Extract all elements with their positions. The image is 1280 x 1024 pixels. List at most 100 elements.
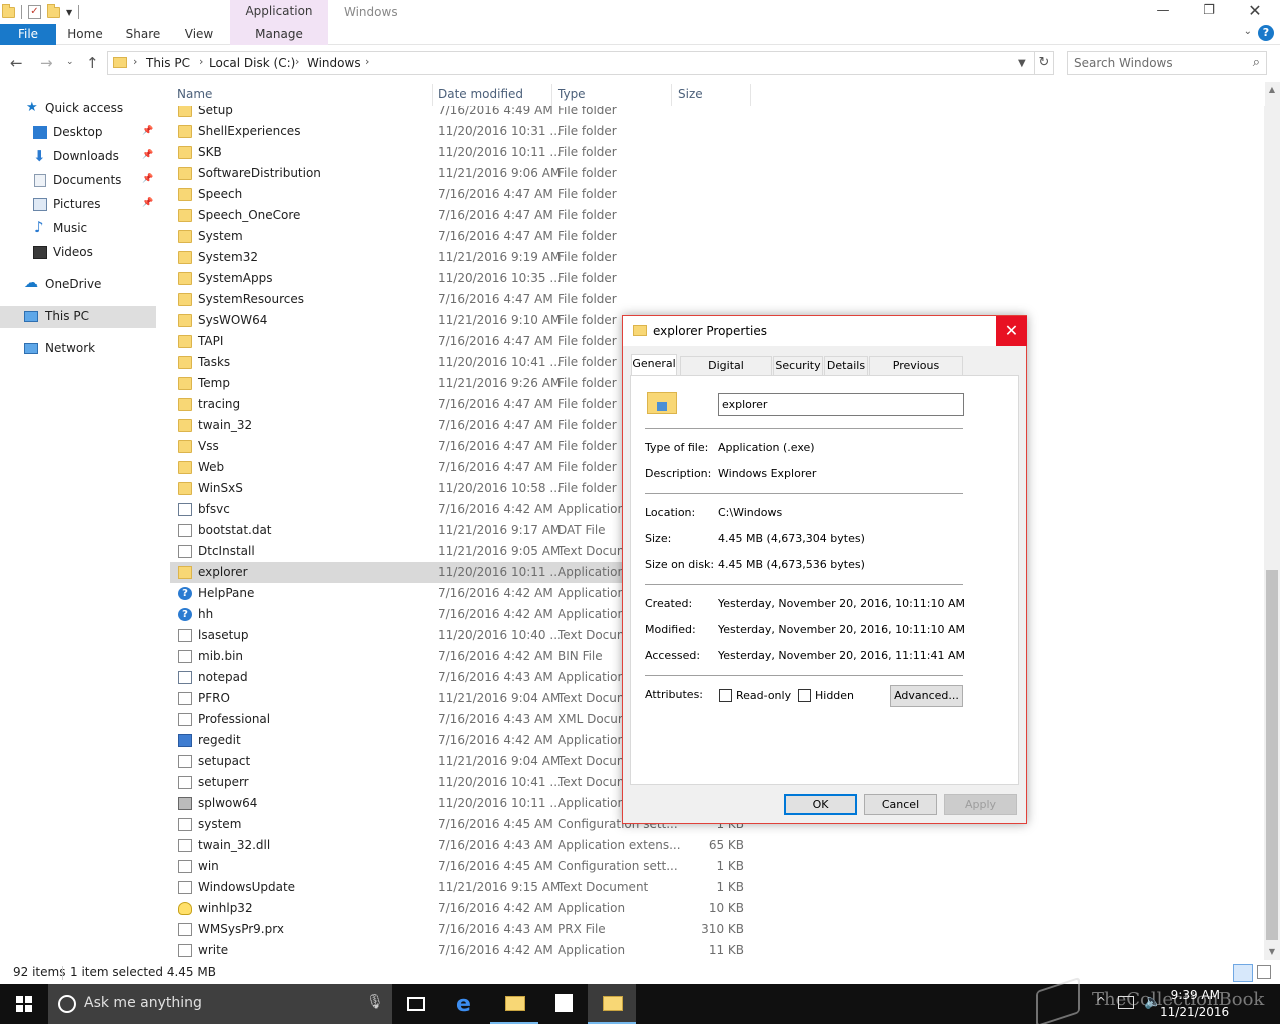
refresh-button[interactable]: ↻ <box>1034 51 1054 75</box>
nav-item-onedrive[interactable]: ☁ OneDrive <box>0 274 156 296</box>
scroll-up-arrow-icon[interactable]: ▲ <box>1264 82 1280 98</box>
pin-icon[interactable]: 📌 <box>142 198 153 208</box>
column-divider[interactable] <box>750 84 751 106</box>
nav-item-documents[interactable]: Documents 📌 <box>0 170 156 192</box>
nav-item-desktop[interactable]: Desktop 📌 <box>0 122 156 144</box>
cancel-button[interactable]: Cancel <box>864 794 937 815</box>
file-row[interactable]: Speech 7/16/2016 4:47 AM File folder <box>170 184 760 205</box>
column-divider[interactable] <box>432 84 433 106</box>
nav-item-network[interactable]: Network <box>0 338 156 360</box>
task-view-button[interactable] <box>392 984 440 1024</box>
pin-icon[interactable]: 📌 <box>142 150 153 160</box>
back-arrow-icon[interactable]: ← <box>10 54 23 72</box>
nav-item-music[interactable]: ♪ Music <box>0 218 156 240</box>
file-row[interactable]: Speech_OneCore 7/16/2016 4:47 AM File fold… <box>170 205 760 226</box>
chevron-right-icon[interactable]: › <box>199 55 203 68</box>
scroll-down-arrow-icon[interactable]: ▼ <box>1264 944 1280 960</box>
file-row[interactable]: winhlp32 7/16/2016 4:42 AM Application 10 K… <box>170 898 760 919</box>
expand-ribbon-icon[interactable]: ⌄ <box>1244 26 1252 37</box>
up-arrow-icon[interactable]: ↑ <box>86 54 99 72</box>
file-name: System32 <box>198 250 259 264</box>
start-button[interactable] <box>0 984 48 1024</box>
clock-time[interactable]: 9:39 AM <box>1170 988 1220 1002</box>
advanced-button[interactable]: Advanced... <box>890 685 963 707</box>
file-explorer-button[interactable] <box>490 984 538 1024</box>
nav-item-downloads[interactable]: ⬇ Downloads 📌 <box>0 146 156 168</box>
nav-item-this-pc[interactable]: This PC <box>0 306 156 328</box>
vertical-scrollbar[interactable]: ▲ ▼ <box>1264 82 1280 960</box>
new-folder-icon[interactable] <box>47 3 60 18</box>
column-header-name[interactable]: Name <box>177 87 212 101</box>
file-row[interactable]: System 7/16/2016 4:47 AM File folder <box>170 226 760 247</box>
column-divider[interactable] <box>671 84 672 106</box>
file-row[interactable]: write 7/16/2016 4:42 AM Application 11 KB <box>170 940 760 960</box>
tab-general[interactable]: General <box>631 354 677 376</box>
ok-button[interactable]: OK <box>784 794 857 815</box>
chevron-right-icon[interactable]: › <box>365 55 369 68</box>
tab-security[interactable]: Security <box>773 356 823 376</box>
file-row[interactable]: WMSysPr9.prx 7/16/2016 4:43 AM PRX File 310… <box>170 919 760 940</box>
show-hidden-icons-icon[interactable]: ^ <box>1096 995 1106 1009</box>
file-type: Application <box>558 733 626 747</box>
breadcrumb-local-disk[interactable]: Local Disk (C:) <box>209 56 295 70</box>
network-tray-icon[interactable] <box>1118 996 1134 1009</box>
tab-manage[interactable]: Manage <box>230 24 328 45</box>
tab-home[interactable]: Home <box>62 24 108 45</box>
cortana-search-box[interactable]: Ask me anything 🎙 <box>48 984 392 1024</box>
column-divider[interactable] <box>551 84 552 106</box>
details-view-button[interactable] <box>1233 964 1253 982</box>
address-dropdown-icon[interactable]: ▼ <box>1018 58 1026 69</box>
tab-view[interactable]: View <box>178 24 220 45</box>
column-header-date[interactable]: Date modified <box>438 87 523 101</box>
tab-details[interactable]: Details <box>824 356 868 376</box>
large-icons-view-button[interactable] <box>1257 965 1271 979</box>
column-header-size[interactable]: Size <box>678 87 703 101</box>
file-row[interactable]: twain_32.dll 7/16/2016 4:43 AM Application… <box>170 835 760 856</box>
clock-date[interactable]: 11/21/2016 <box>1160 1005 1229 1019</box>
apply-button[interactable]: Apply <box>944 794 1017 815</box>
filename-field[interactable] <box>718 393 964 416</box>
edge-button[interactable]: e <box>442 984 490 1024</box>
tab-digital-signatures[interactable]: Digital Signatures <box>680 356 772 390</box>
file-explorer-active-button[interactable] <box>588 984 636 1024</box>
dialog-close-button[interactable]: ✕ <box>996 316 1027 346</box>
minimize-button[interactable]: — <box>1140 0 1186 24</box>
restore-button[interactable]: ❐ <box>1186 0 1232 24</box>
tab-file[interactable]: File <box>0 24 56 45</box>
file-row[interactable]: SoftwareDistribution 11/21/2016 9:06 AM Fi… <box>170 163 760 184</box>
close-button[interactable]: ✕ <box>1232 0 1278 24</box>
store-button[interactable] <box>540 984 588 1024</box>
file-row[interactable]: win 7/16/2016 4:45 AM Configuration sett..… <box>170 856 760 877</box>
tab-share[interactable]: Share <box>120 24 166 45</box>
microphone-icon[interactable]: 🎙 <box>366 994 384 1010</box>
tab-previous-versions[interactable]: Previous Versions <box>869 356 963 390</box>
volume-icon[interactable]: 🔈 <box>1144 994 1161 1010</box>
file-row[interactable]: SKB 11/20/2016 10:11 ... File folder <box>170 142 760 163</box>
recent-locations-icon[interactable]: ⌄ <box>66 57 74 67</box>
breadcrumb-windows[interactable]: Windows <box>307 56 361 70</box>
pin-icon[interactable]: 📌 <box>142 174 153 184</box>
readonly-checkbox[interactable] <box>719 689 732 702</box>
forward-arrow-icon[interactable]: → <box>40 54 53 72</box>
document-icon <box>178 545 192 558</box>
file-row[interactable]: System32 11/21/2016 9:19 AM File folder <box>170 247 760 268</box>
nav-item-pictures[interactable]: Pictures 📌 <box>0 194 156 216</box>
hidden-checkbox[interactable] <box>798 689 811 702</box>
address-bar[interactable]: › This PC › Local Disk (C:) › Windows › <box>107 51 1035 75</box>
file-row[interactable]: WindowsUpdate 11/21/2016 9:15 AM Text Docu… <box>170 877 760 898</box>
search-input[interactable]: Search Windows ⌕ <box>1067 51 1267 75</box>
chevron-right-icon[interactable]: › <box>295 55 299 68</box>
nav-item-videos[interactable]: Videos <box>0 242 156 264</box>
scroll-thumb[interactable] <box>1266 570 1278 940</box>
customize-qat-icon[interactable]: ▼ <box>66 8 72 17</box>
chevron-right-icon[interactable]: › <box>133 55 137 68</box>
help-icon[interactable]: ? <box>1258 25 1274 41</box>
properties-icon[interactable]: ✓ <box>28 5 41 19</box>
file-row[interactable]: ShellExperiences 11/20/2016 10:31 ... File… <box>170 121 760 142</box>
file-row[interactable]: SystemApps 11/20/2016 10:35 ... File folde… <box>170 268 760 289</box>
breadcrumb-this-pc[interactable]: This PC <box>146 56 190 70</box>
column-header-type[interactable]: Type <box>558 87 586 101</box>
file-row[interactable]: SystemResources 7/16/2016 4:47 AM File fol… <box>170 289 760 310</box>
pin-icon[interactable]: 📌 <box>142 126 153 136</box>
nav-item-quick-access[interactable]: ★ Quick access <box>0 98 156 120</box>
